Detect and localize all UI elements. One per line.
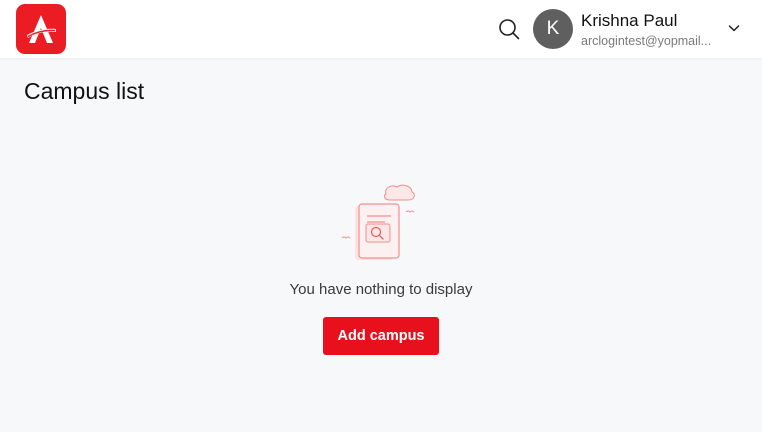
chevron-down-icon[interactable] <box>726 20 742 36</box>
empty-document-illustration <box>336 178 422 264</box>
search-icon[interactable] <box>496 16 522 42</box>
empty-state-message: You have nothing to display <box>289 281 473 298</box>
top-bar: K Krishna Paul arclogintest@yopmail... <box>0 0 762 58</box>
avatar[interactable]: K <box>533 9 573 49</box>
user-name: Krishna Paul <box>581 11 678 30</box>
logo-icon[interactable] <box>16 4 66 54</box>
add-campus-button[interactable]: Add campus <box>323 317 439 355</box>
page-title: Campus list <box>24 78 145 104</box>
user-email: arclogintest@yopmail... <box>581 34 712 48</box>
